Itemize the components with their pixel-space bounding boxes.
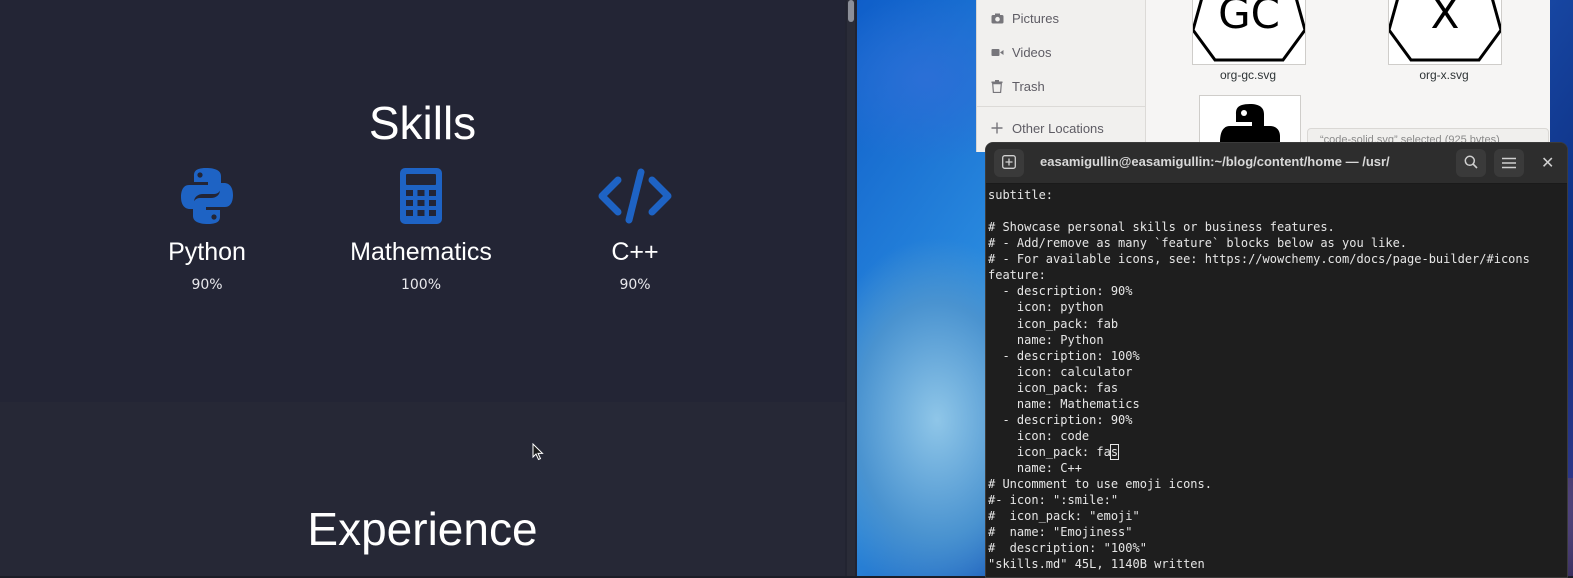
terminal-line: # icon_pack: "emoji" [988,509,1140,524]
terminal-line: - description: 90% [988,412,1133,427]
terminal-line: # description: "100%" [988,541,1147,556]
file-name[interactable]: org-gc.svg [1178,68,1318,82]
new-tab-button[interactable] [994,149,1024,177]
mouse-pointer-icon [532,442,544,465]
terminal-line: # Uncomment to use emoji icons. [988,477,1212,492]
terminal-line: icon: calculator [988,364,1133,379]
file-thumbnail-org-x[interactable]: X [1388,0,1502,65]
sidebar-divider [977,106,1145,107]
terminal-line: # - Add/remove as many `feature` blocks … [988,236,1408,251]
terminal-headerbar: easamigullin@easamigullin:~/blog/content… [986,143,1567,184]
browser-page: Skills Python 90% Mathematics 100% C++ 9… [0,0,857,576]
terminal-line-text: icon_pack: fa [988,445,1111,459]
sidebar-item-label: Pictures [1012,10,1059,26]
terminal-line-cursor: icon_pack: fas [988,444,1564,460]
terminal-line: name: Mathematics [988,396,1140,411]
feature-cpp: C++ 90% [525,164,745,293]
terminal-line: name: Python [988,332,1104,347]
python-icon [97,164,317,228]
terminal-line: # Showcase personal skills or business f… [988,220,1335,235]
code-icon [525,164,745,228]
terminal-cursor: s [1109,444,1120,460]
sidebar-item-other-locations[interactable]: Other Locations [989,116,1104,140]
menu-button[interactable] [1494,149,1524,177]
sidebar-item-label: Videos [1012,44,1052,60]
file-thumbnail-org-gc[interactable]: GC [1192,0,1306,65]
svg-text:X: X [1431,0,1460,38]
terminal-line: icon: code [988,428,1090,443]
browser-scrollbar[interactable] [847,0,855,576]
svg-text:GC: GC [1218,0,1280,38]
terminal-line: #- icon: ":smile:" [988,493,1119,508]
terminal-line: - description: 90% [988,284,1133,299]
terminal-line: - description: 100% [988,348,1140,363]
feature-description: 90% [619,277,651,293]
sidebar-item-pictures[interactable]: Pictures [989,6,1059,30]
terminal-line: icon_pack: fab [988,316,1119,331]
feature-python: Python 90% [97,164,317,293]
terminal-line: # - For available icons, see: https://wo… [988,252,1530,267]
sidebar-item-label: Trash [1012,78,1045,94]
skills-heading: Skills [368,97,477,149]
feature-description: 90% [191,277,223,293]
terminal-content[interactable]: subtitle: # Showcase personal skills or … [988,187,1564,573]
terminal-line: # name: "Emojiness" [988,525,1133,540]
sidebar-item-trash[interactable]: Trash [989,74,1045,98]
terminal-line: name: C++ [988,461,1082,476]
file-name[interactable]: org-x.svg [1374,68,1514,82]
plus-icon [989,122,1005,134]
terminal-line: "skills.md" 45L, 1140B written [988,557,1205,572]
calculator-icon [311,164,531,228]
terminal-line: feature: [988,268,1046,283]
feature-name: C++ [611,238,659,266]
camera-icon [989,13,1005,24]
file-manager-window: Pictures Videos Trash Other Locations GC… [976,0,1550,154]
video-icon [989,47,1005,58]
feature-name: Python [168,238,246,266]
search-button[interactable] [1456,149,1486,177]
terminal-line: subtitle: [988,188,1054,202]
feature-mathematics: Mathematics 100% [311,164,531,293]
sidebar-item-videos[interactable]: Videos [989,40,1052,64]
scrollbar-thumb[interactable] [848,0,854,22]
terminal-title: easamigullin@easamigullin:~/blog/content… [1040,154,1390,169]
hamburger-menu-icon [1502,154,1516,173]
search-icon [1464,154,1478,173]
feature-name: Mathematics [350,238,492,266]
sidebar-item-label: Other Locations [1012,120,1104,136]
terminal-line: icon: python [988,300,1104,315]
file-manager-sidebar: Pictures Videos Trash Other Locations [977,0,1146,152]
trash-icon [989,79,1005,93]
terminal-window: easamigullin@easamigullin:~/blog/content… [985,142,1568,578]
feature-description: 100% [400,277,442,293]
new-tab-icon [1002,154,1016,173]
close-icon[interactable]: ✕ [1541,153,1554,172]
terminal-line: icon_pack: fas [988,380,1119,395]
experience-heading: Experience [307,503,538,555]
